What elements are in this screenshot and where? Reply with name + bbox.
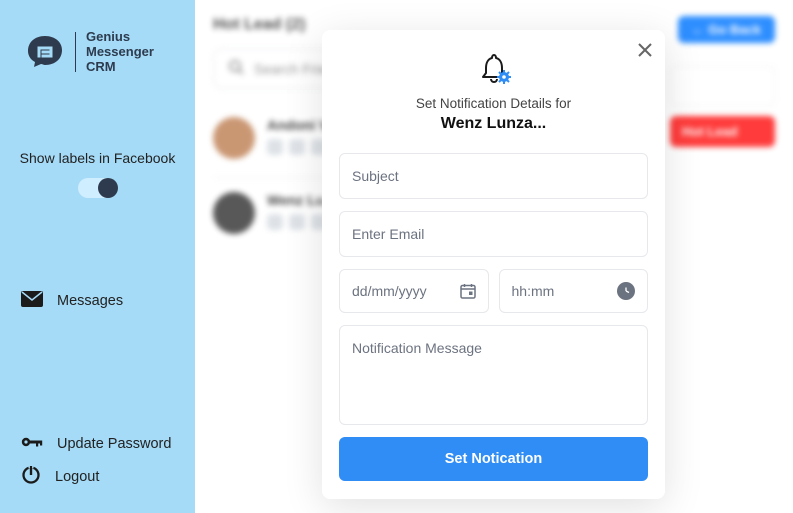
- email-input[interactable]: Enter Email: [339, 211, 648, 257]
- email-placeholder: Enter Email: [352, 226, 424, 242]
- show-labels-text: Show labels in Facebook: [15, 150, 180, 166]
- sidebar-item-label: Messages: [57, 293, 123, 309]
- button-label: Set Notication: [445, 451, 542, 467]
- mail-icon: [21, 291, 43, 311]
- go-back-button[interactable]: ← Go Back: [678, 16, 775, 43]
- brand-divider: [75, 32, 76, 72]
- avatar: [213, 117, 255, 159]
- icon-placeholder: [267, 139, 283, 155]
- icon-placeholder: [267, 214, 283, 230]
- sidebar-item-logout[interactable]: Logout: [15, 459, 180, 495]
- show-labels-toggle[interactable]: [78, 178, 118, 198]
- time-placeholder: hh:mm: [512, 283, 555, 299]
- close-button[interactable]: [637, 42, 653, 58]
- key-icon: [21, 435, 43, 453]
- calendar-icon: [460, 283, 476, 299]
- sidebar-item-label: Logout: [55, 469, 99, 485]
- brand-line1: Genius: [86, 29, 130, 44]
- modal-contact-name: Wenz Lunza...: [339, 115, 648, 133]
- sidebar-menu: Messages: [15, 283, 180, 319]
- brand-logo: Genius Messenger CRM: [15, 20, 180, 95]
- toggle-knob: [98, 178, 118, 198]
- modal-subtitle: Set Notification Details for: [339, 96, 648, 111]
- avatar: [213, 192, 255, 234]
- brand-line2: Messenger: [86, 44, 154, 59]
- icon-placeholder: [289, 214, 305, 230]
- right-empty-card: [670, 66, 775, 106]
- date-placeholder: dd/mm/yyyy: [352, 283, 427, 299]
- sidebar-item-update-password[interactable]: Update Password: [15, 429, 180, 459]
- show-labels-block: Show labels in Facebook: [15, 150, 180, 198]
- time-input[interactable]: hh:mm: [499, 269, 649, 313]
- subject-placeholder: Subject: [352, 168, 399, 184]
- set-notification-button[interactable]: Set Notication: [339, 437, 648, 481]
- date-input[interactable]: dd/mm/yyyy: [339, 269, 489, 313]
- sidebar-item-label: Update Password: [57, 436, 171, 452]
- sidebar-item-messages[interactable]: Messages: [15, 283, 180, 319]
- hot-lead-chip[interactable]: Hot Lead: [670, 116, 775, 147]
- power-icon: [21, 465, 41, 489]
- brand-logo-icon: [25, 34, 65, 70]
- search-icon: [228, 59, 244, 78]
- sidebar: Genius Messenger CRM Show labels in Face…: [0, 0, 195, 513]
- clock-icon: [617, 282, 635, 300]
- message-input[interactable]: Notification Message: [339, 325, 648, 425]
- sidebar-bottom-menu: Update Password Logout: [15, 429, 180, 495]
- bell-gear-icon: [339, 54, 648, 86]
- set-notification-modal: Set Notification Details for Wenz Lunza.…: [322, 30, 665, 499]
- brand-line3: CRM: [86, 59, 116, 74]
- subject-input[interactable]: Subject: [339, 153, 648, 199]
- message-placeholder: Notification Message: [352, 340, 482, 356]
- brand-text: Genius Messenger CRM: [86, 30, 154, 75]
- icon-placeholder: [289, 139, 305, 155]
